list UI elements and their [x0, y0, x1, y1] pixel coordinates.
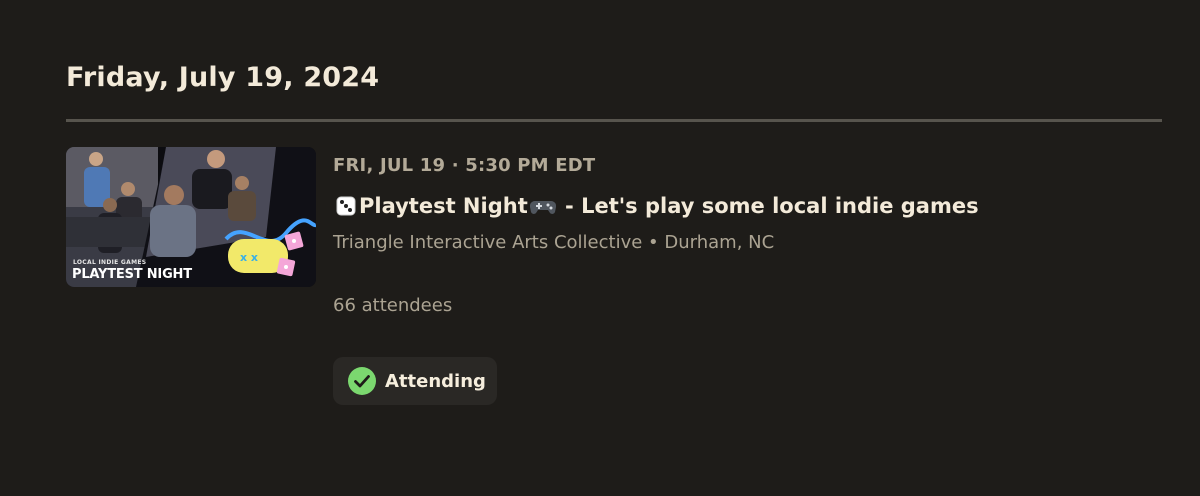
check-circle-icon [348, 367, 376, 395]
date-heading: Friday, July 19, 2024 [66, 62, 380, 93]
attendee-count[interactable]: 66 attendees [333, 295, 452, 316]
attending-label: Attending [385, 370, 486, 392]
event-thumbnail[interactable]: x x LOCAL INDIE GAMES PLAYTEST NIGHT [66, 147, 316, 287]
date-divider [66, 119, 1162, 122]
thumbnail-photo-collage: x x [66, 147, 316, 287]
game-controller-icon [529, 200, 556, 214]
event-title-main: Playtest Night [359, 194, 528, 218]
event-host-location[interactable]: Triangle Interactive Arts Collective • D… [333, 232, 774, 253]
die-icon [336, 196, 356, 216]
event-card[interactable]: x x LOCAL INDIE GAMES PLAYTEST NIGHT FRI… [66, 147, 1162, 407]
thumbnail-title: PLAYTEST NIGHT [72, 267, 192, 282]
event-datetime: FRI, JUL 19 · 5:30 PM EDT [333, 155, 596, 176]
event-title-link[interactable]: Playtest Night - Let's play some local i… [333, 191, 979, 221]
thumbnail-kicker: LOCAL INDIE GAMES [73, 259, 147, 266]
svg-text:x x: x x [240, 251, 258, 264]
attending-button[interactable]: Attending [333, 357, 497, 405]
event-title-suffix: - Let's play some local indie games [557, 194, 979, 218]
